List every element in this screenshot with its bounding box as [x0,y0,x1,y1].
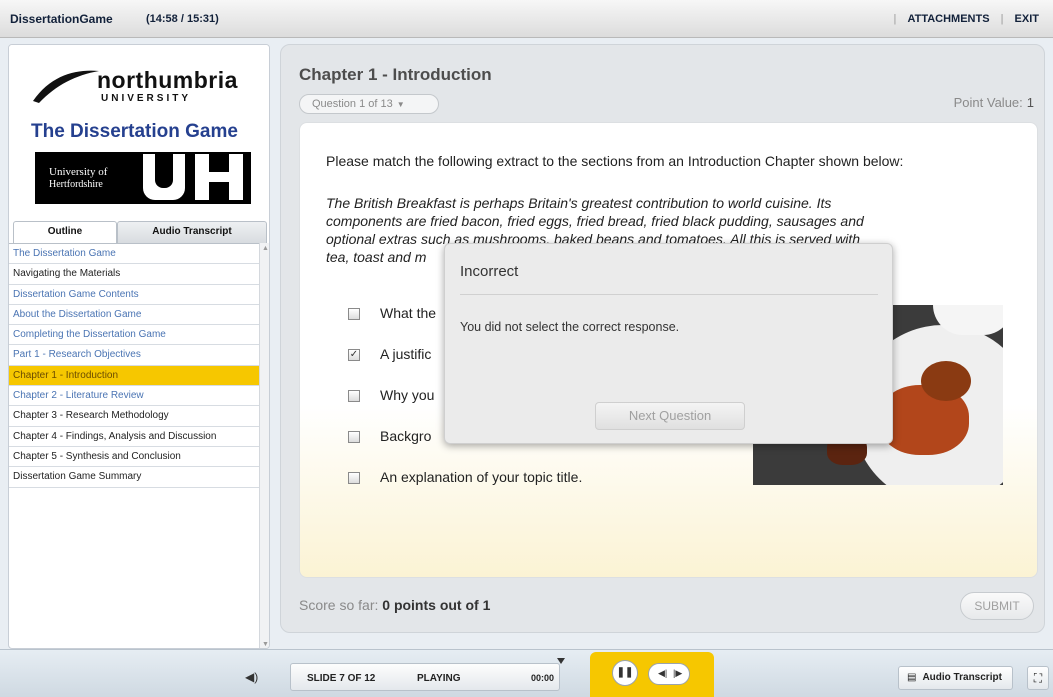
checkbox[interactable] [348,308,360,320]
playback-progress[interactable]: SLIDE 7 OF 12 PLAYING 00:00 [290,658,565,691]
exit-link[interactable]: EXIT [1011,13,1043,25]
previous-slide-icon[interactable]: ◀| [658,668,667,679]
answer-label: A justific [380,346,432,362]
score-value: 0 points out of 1 [382,597,491,613]
checkbox[interactable] [348,390,360,402]
question-instruction: Please match the following extract to th… [326,153,904,169]
outline-scrollbar[interactable]: ▲ ▼ [259,243,269,648]
audio-transcript-button[interactable]: ▤ Audio Transcript [898,666,1013,690]
playback-state: PLAYING [417,673,461,684]
uh-logo-u [143,154,185,200]
playback-time: 00:00 [531,673,555,683]
answer-label: An explanation of your topic title. [380,469,583,485]
elapsed-time: (14:58 / 15:31) [146,13,219,25]
prev-next-group: ◀| |▶ [648,663,690,685]
separator: | [1000,13,1004,25]
volume-icon[interactable]: ◀) [245,670,258,684]
uh-logo-h [195,154,243,200]
top-bar: DissertationGame (14:58 / 15:31) | ATTAC… [0,0,1053,38]
playback-controls: ❚❚ ◀| |▶ [590,652,714,697]
fullscreen-icon[interactable]: ⛶ [1027,666,1049,690]
page-title: Chapter 1 - Introduction [299,65,492,84]
outline-item[interactable]: Dissertation Game Contents [9,285,259,305]
uh-logo: University of Hertfordshire [35,152,251,204]
extract-line: components are fried bacon, fried eggs, … [326,213,864,229]
outline-item[interactable]: Chapter 2 - Literature Review [9,386,259,407]
sidebar: northumbria UNIVERSITY The Dissertation … [8,44,270,649]
tab-outline[interactable]: Outline [13,221,117,243]
score: Score so far: 0 points out of 1 [299,597,490,613]
checkbox[interactable] [348,431,360,443]
logo-area: northumbria UNIVERSITY The Dissertation … [9,45,269,213]
submit-button[interactable]: SUBMIT [960,592,1034,620]
audio-transcript-label: Audio Transcript [922,672,1002,683]
outline-list: The Dissertation Game Navigating the Mat… [9,243,259,648]
point-value: Point Value: 1 [954,95,1034,110]
answer-label: Backgro [380,428,432,444]
scroll-down-icon[interactable]: ▼ [262,641,269,648]
outline-item[interactable]: Chapter 3 - Research Methodology [9,406,259,427]
outline-item[interactable]: Chapter 5 - Synthesis and Conclusion [9,447,259,468]
question-selector-label: Question 1 of 13 [312,98,393,110]
outline-item[interactable]: Chapter 4 - Findings, Analysis and Discu… [9,427,259,447]
point-value-label: Point Value: [953,95,1023,110]
feedback-dialog: Incorrect You did not select the correct… [444,243,893,444]
divider [460,294,878,295]
game-title: The Dissertation Game [31,121,238,142]
northumbria-logo-swoosh [33,70,99,103]
outline-item[interactable]: Completing the Dissertation Game [9,325,259,346]
outline-item-current[interactable]: Chapter 1 - Introduction [9,365,259,387]
outline-item[interactable]: Navigating the Materials [9,264,259,285]
pause-button[interactable]: ❚❚ [612,660,638,686]
dialog-title: Incorrect [460,263,519,280]
photo-sausage [921,361,971,401]
outline-item[interactable]: The Dissertation Game [9,244,259,265]
checkbox[interactable]: ✓ [348,349,360,361]
extract-line: The British Breakfast is perhaps Britain… [326,195,832,211]
outline-item[interactable]: Dissertation Game Summary [9,467,259,488]
top-links: | ATTACHMENTS | EXIT [890,13,1043,25]
player-bar: ◀) SLIDE 7 OF 12 PLAYING 00:00 ❚❚ ◀| |▶ … [0,649,1053,697]
point-value-number: 1 [1026,95,1034,110]
document-icon: ▤ [907,672,917,683]
university-name: northumbria [97,67,238,93]
outline-item[interactable]: About the Dissertation Game [9,305,259,326]
answer-label: What the [380,305,437,321]
separator: | [893,13,897,25]
uh-logo-line1: University of [49,166,108,178]
attachments-link[interactable]: ATTACHMENTS [903,13,993,25]
sidebar-tabs: Outline Audio Transcript [9,217,269,243]
question-selector[interactable]: Question 1 of 13 ▼ [299,94,439,114]
app-title: DissertationGame [10,12,113,26]
uh-logo-line2: Hertfordshire [49,179,103,190]
university-subtitle: UNIVERSITY [101,93,192,104]
chevron-down-icon: ▼ [396,100,405,109]
dialog-message: You did not select the correct response. [460,320,680,334]
scroll-up-icon[interactable]: ▲ [262,245,269,252]
playhead-marker-icon[interactable] [557,658,565,664]
tab-audio-transcript[interactable]: Audio Transcript [117,221,267,243]
next-slide-icon[interactable]: |▶ [673,668,682,679]
slide-counter: SLIDE 7 OF 12 [307,673,376,684]
outline-item[interactable]: Part 1 - Research Objectives [9,345,259,366]
next-question-button[interactable]: Next Question [595,402,745,430]
answer-label: Why you [380,387,435,403]
checkbox[interactable] [348,472,360,484]
score-label: Score so far: [299,597,379,613]
